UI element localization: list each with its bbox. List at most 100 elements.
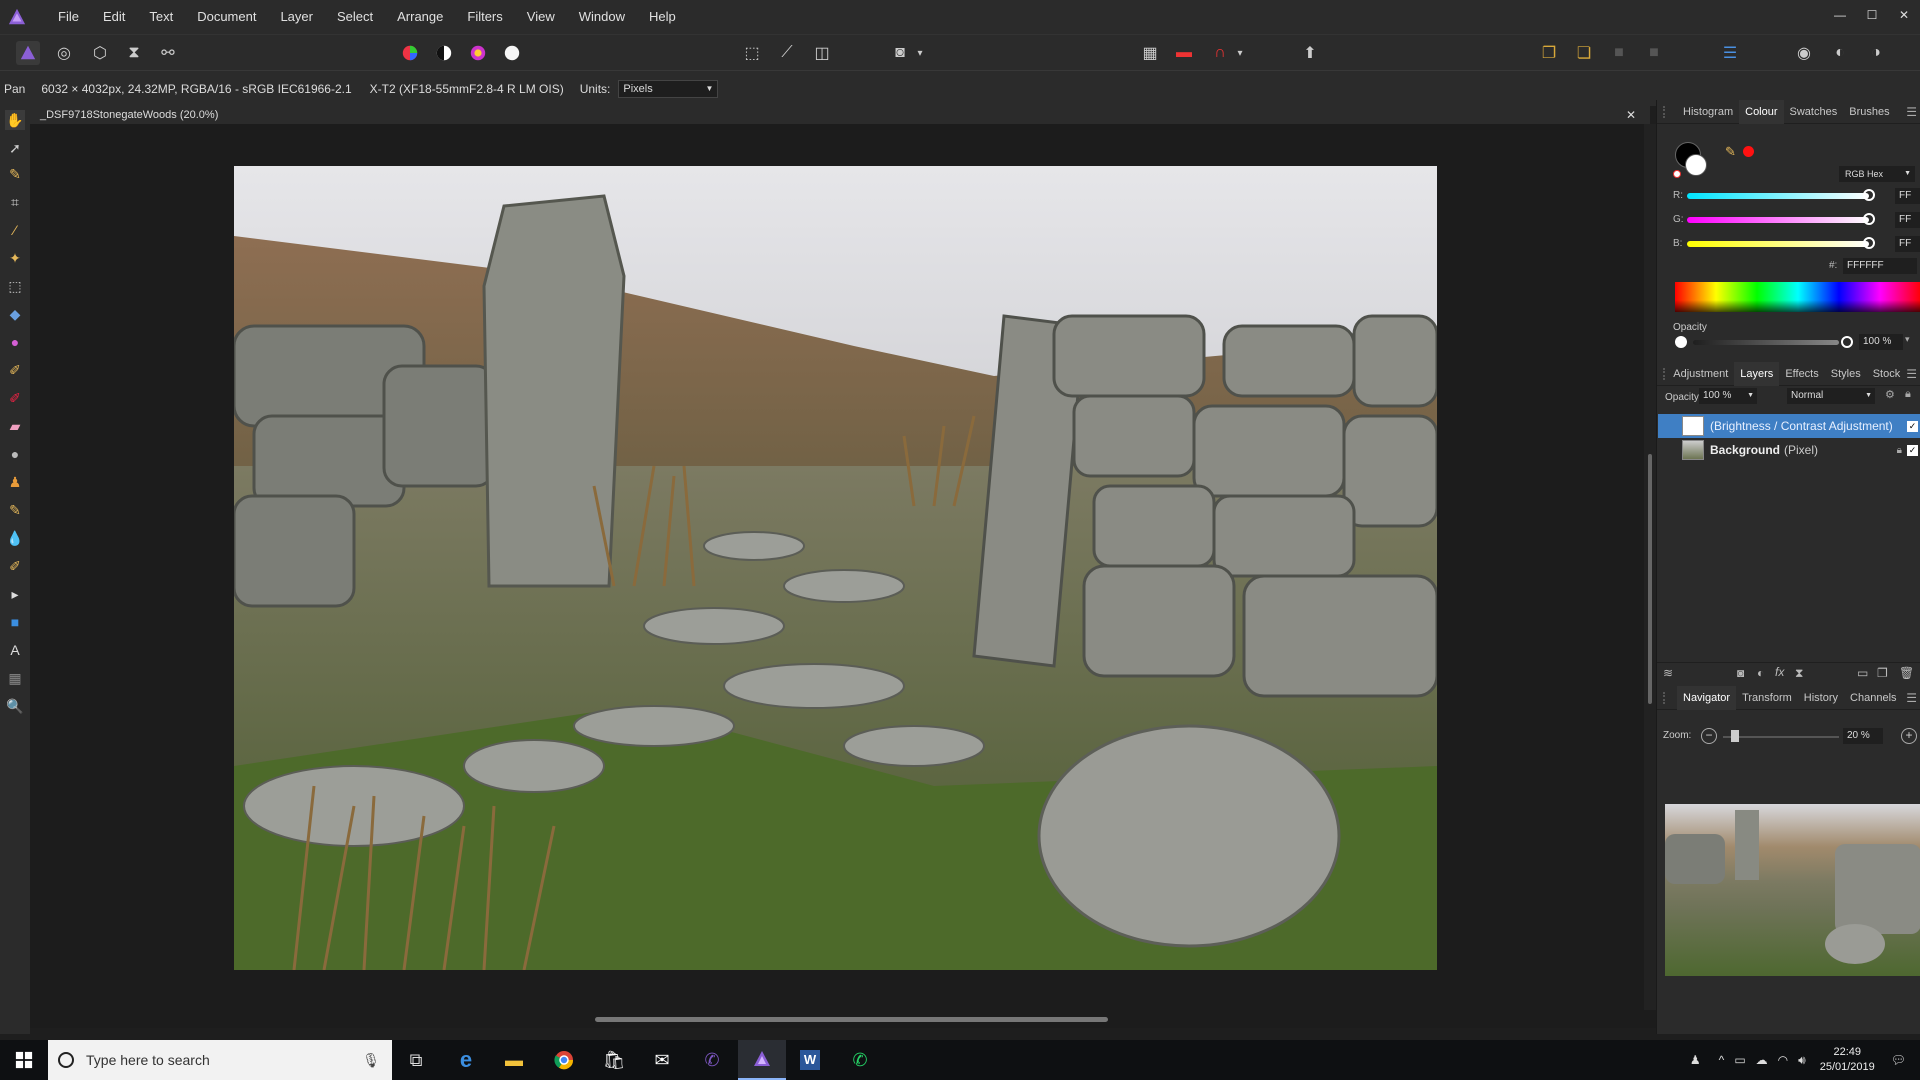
task-view-icon[interactable]: ⧉ xyxy=(392,1040,440,1080)
menu-filters[interactable]: Filters xyxy=(455,0,514,34)
layers-stack-icon[interactable]: ≋ xyxy=(1663,666,1673,680)
chevron-down-icon[interactable]: ▾ xyxy=(914,41,926,65)
invert-selection-icon[interactable]: ◫ xyxy=(810,41,834,65)
lock-icon[interactable]: 🔒︎ xyxy=(1905,388,1911,401)
colour-mode-dropdown[interactable]: RGB Hex ▼ xyxy=(1839,166,1915,182)
blue-channel-slider[interactable]: B: FF xyxy=(1673,236,1920,252)
photo-persona-icon[interactable] xyxy=(16,41,40,65)
chevron-up-icon[interactable]: ^ xyxy=(1719,1053,1725,1067)
horizontal-scrollbar[interactable] xyxy=(30,1010,1656,1028)
zoom-in-icon[interactable]: + xyxy=(1901,728,1917,744)
fx-icon[interactable]: fx xyxy=(1775,665,1784,679)
layer-opacity-field[interactable]: 100 % ▼ xyxy=(1699,388,1757,404)
tab-navigator[interactable]: Navigator xyxy=(1677,685,1737,710)
boolean-intersect-icon[interactable]: ◑ xyxy=(1864,41,1888,65)
green-slider-knob[interactable] xyxy=(1863,213,1875,225)
store-icon[interactable]: 🛍︎ xyxy=(590,1040,638,1080)
crop-tool-icon[interactable]: ⌗ xyxy=(5,192,25,212)
menu-text[interactable]: Text xyxy=(137,0,185,34)
menu-help[interactable]: Help xyxy=(637,0,688,34)
document-tab[interactable]: _DSF9718StonegateWoods (20.0%) ✕ xyxy=(30,106,1650,124)
horizontal-scroll-thumb[interactable] xyxy=(595,1017,1108,1022)
layer-row-background[interactable]: Background (Pixel) 🔒︎ ✓ xyxy=(1658,438,1920,462)
menu-layer[interactable]: Layer xyxy=(268,0,325,34)
menu-select[interactable]: Select xyxy=(325,0,385,34)
flood-fill-tool-icon[interactable]: ◆ xyxy=(5,304,25,324)
tab-brushes[interactable]: Brushes xyxy=(1843,100,1895,124)
secondary-colour-swatch[interactable] xyxy=(1685,154,1707,176)
view-tool-hand-icon[interactable]: ✋ xyxy=(5,110,25,130)
affinity-photo-logo-icon[interactable] xyxy=(8,8,26,26)
tone-mapping-persona-icon[interactable]: ⧗ xyxy=(122,41,146,65)
menu-view[interactable]: View xyxy=(515,0,567,34)
delete-layer-icon[interactable]: 🗑︎ xyxy=(1899,666,1914,680)
red-value-field[interactable]: FF xyxy=(1895,188,1920,204)
panel-grip-icon[interactable] xyxy=(1663,105,1677,118)
blue-slider-track[interactable] xyxy=(1687,241,1869,247)
tab-colour[interactable]: Colour xyxy=(1739,99,1784,124)
move-tool-icon[interactable]: ➚ xyxy=(5,138,25,158)
red-eye-icon[interactable]: ▬ xyxy=(1172,41,1196,65)
menu-document[interactable]: Document xyxy=(185,0,268,34)
navigator-preview[interactable] xyxy=(1665,804,1920,976)
blend-mode-dropdown[interactable]: Normal ▼ xyxy=(1787,388,1875,404)
layer-row-adjustment[interactable]: (Brightness / Contrast Adjustment) ✓ xyxy=(1658,414,1920,438)
develop-persona-icon[interactable]: ⬡ xyxy=(88,41,112,65)
wifi-icon[interactable]: ◠ xyxy=(1778,1053,1788,1067)
clone-brush-tool-icon[interactable]: ♟ xyxy=(5,472,25,492)
tab-channels[interactable]: Channels xyxy=(1844,686,1902,710)
zoom-slider-knob[interactable] xyxy=(1731,730,1739,742)
tab-styles[interactable]: Styles xyxy=(1825,362,1867,386)
tab-transform[interactable]: Transform xyxy=(1736,686,1798,710)
colour-spectrum[interactable] xyxy=(1675,282,1920,312)
dodge-brush-tool-icon[interactable]: ● xyxy=(5,444,25,464)
tab-adjustment[interactable]: Adjustment xyxy=(1667,362,1734,386)
panel-grip-icon[interactable] xyxy=(1663,691,1677,704)
zoom-tool-icon[interactable]: 🔍 xyxy=(5,696,25,716)
pen-tool-icon[interactable]: ▸ xyxy=(5,584,25,604)
green-channel-slider[interactable]: G: FF xyxy=(1673,212,1920,228)
mail-icon[interactable]: ✉ xyxy=(638,1040,686,1080)
healing-brush-tool-icon[interactable]: ✎ xyxy=(5,500,25,520)
viber-icon[interactable]: ✆ xyxy=(688,1040,736,1080)
tab-histogram[interactable]: Histogram xyxy=(1677,100,1739,124)
chevron-down-icon[interactable]: ▾ xyxy=(1234,41,1246,65)
selection-brush-tool-icon[interactable]: ⁄ xyxy=(5,220,25,240)
layer-lock-icon[interactable]: 🔒︎ xyxy=(1897,445,1902,456)
green-slider-track[interactable] xyxy=(1687,217,1869,223)
panel-menu-icon[interactable]: ☰ xyxy=(1906,367,1917,381)
clock[interactable]: 22:49 25/01/2019 xyxy=(1810,1045,1885,1075)
auto-levels-icon[interactable] xyxy=(398,41,422,65)
menu-file[interactable]: File xyxy=(46,0,91,34)
eyedropper-icon[interactable]: ✎ xyxy=(1725,144,1736,160)
order-forward-icon[interactable]: ❏ xyxy=(1572,41,1596,65)
red-channel-slider[interactable]: R: FF xyxy=(1673,188,1920,204)
canvas-area[interactable] xyxy=(30,124,1644,1010)
liquify-persona-icon[interactable]: ◎ xyxy=(52,41,76,65)
snapping-magnet-icon[interactable]: ∩ xyxy=(1208,41,1232,65)
auto-contrast-icon[interactable] xyxy=(432,41,456,65)
document-photo[interactable] xyxy=(234,166,1437,970)
green-value-field[interactable]: FF xyxy=(1895,212,1920,228)
tab-history[interactable]: History xyxy=(1798,686,1844,710)
battery-icon[interactable]: ▭ xyxy=(1734,1053,1745,1067)
auto-white-balance-icon[interactable] xyxy=(500,41,524,65)
file-explorer-icon[interactable]: ▬ xyxy=(490,1040,538,1080)
action-center-icon[interactable]: 💬︎ xyxy=(1891,1053,1906,1067)
word-icon[interactable]: W xyxy=(786,1040,834,1080)
blue-slider-knob[interactable] xyxy=(1863,237,1875,249)
adjustment-layer-icon[interactable]: ◐ xyxy=(1757,666,1764,680)
menu-window[interactable]: Window xyxy=(567,0,637,34)
tab-stock[interactable]: Stock xyxy=(1867,362,1907,386)
boolean-subtract-icon[interactable]: ◐ xyxy=(1828,41,1852,65)
blur-brush-tool-icon[interactable]: 💧 xyxy=(5,528,25,548)
color-picker-tool-icon[interactable]: ✎ xyxy=(5,164,25,184)
assistant-icon[interactable]: ⬆ xyxy=(1298,41,1322,65)
windows-start-icon[interactable] xyxy=(0,1040,48,1080)
panel-menu-icon[interactable]: ☰ xyxy=(1906,691,1917,705)
panel-menu-icon[interactable]: ☰ xyxy=(1906,105,1917,119)
blue-value-field[interactable]: FF xyxy=(1895,236,1920,252)
snapping-grid-icon[interactable]: ▦ xyxy=(1138,41,1162,65)
red-slider-track[interactable] xyxy=(1687,193,1869,199)
maximize-button[interactable]: ☐ xyxy=(1856,0,1888,30)
